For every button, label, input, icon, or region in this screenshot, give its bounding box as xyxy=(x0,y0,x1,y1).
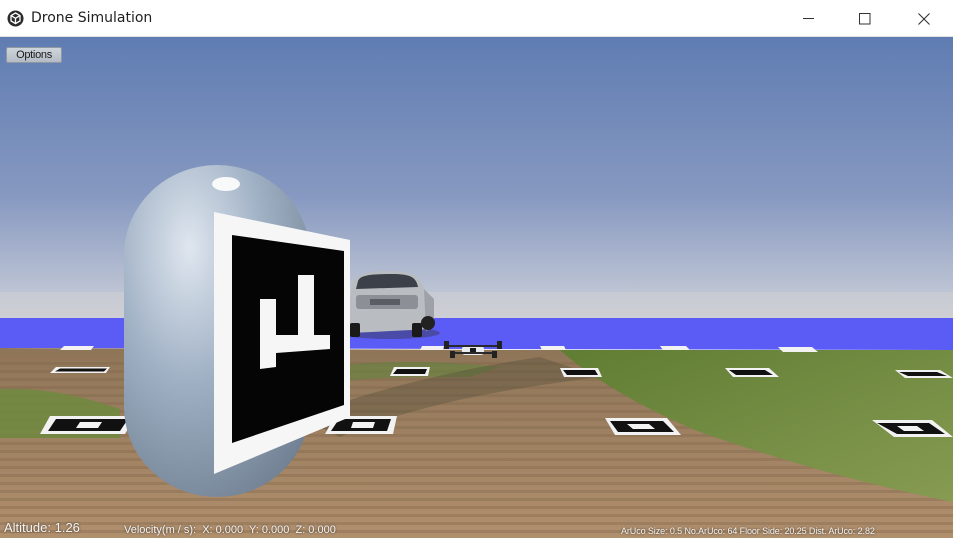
close-icon xyxy=(918,13,930,25)
minimize-button[interactable] xyxy=(786,0,832,37)
floor-side: Floor Side: 20.25 xyxy=(739,526,807,536)
aruco-info-readout: ArUco Size: 0.5 No.ArUco: 64 Floor Side:… xyxy=(621,526,875,536)
window-title: Drone Simulation xyxy=(31,10,153,26)
altitude-value: 1.26 xyxy=(54,520,80,535)
velocity-x: X: 0.000 xyxy=(202,524,244,536)
minimize-icon xyxy=(803,18,814,19)
maximize-icon xyxy=(859,13,871,25)
aruco-size: ArUco Size: 0.5 xyxy=(621,526,683,536)
aruco-distance: Dist. ArUco: 2.82 xyxy=(808,526,875,536)
velocity-y: Y: 0.000 xyxy=(249,524,290,536)
velocity-label: Velocity(m / s): xyxy=(124,524,197,536)
simulation-viewport[interactable]: Options Altitude: 1.26 Velocity(m / s): … xyxy=(0,37,953,538)
velocity-readout: Velocity(m / s): X: 0.000 Y: 0.000 Z: 0.… xyxy=(124,524,339,536)
altitude-label: Altitude: xyxy=(4,520,51,535)
title-bar: Drone Simulation xyxy=(0,0,953,37)
velocity-z: Z: 0.000 xyxy=(295,524,336,536)
maximize-button[interactable] xyxy=(842,0,888,37)
options-button[interactable]: Options xyxy=(6,47,62,63)
aruco-count: No.ArUco: 64 xyxy=(684,526,738,536)
altitude-readout: Altitude: 1.26 xyxy=(4,520,80,535)
unity-cube-icon xyxy=(7,10,24,27)
scene-render xyxy=(0,37,953,538)
close-button[interactable] xyxy=(901,0,947,37)
